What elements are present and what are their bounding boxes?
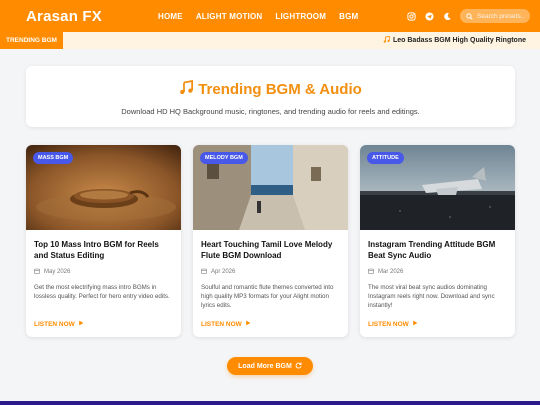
nav-actions [406, 9, 530, 23]
search-input[interactable] [477, 12, 525, 20]
card-description: Get the most electrifying mass intro BGM… [34, 284, 170, 300]
listen-now-label: LISTEN NOW [34, 320, 75, 328]
ticker-text: Leo Badass BGM High Quality Ringtone [392, 37, 526, 44]
bgm-card[interactable]: MELODY BGM Heart Touching Tamil Love Mel… [193, 145, 348, 337]
ticker-item[interactable]: Leo Badass BGM High Quality Ringtone [383, 35, 526, 45]
bgm-card[interactable]: ATTITUDE Instagram Trending Attitude BGM… [360, 145, 515, 337]
card-description: The most viral beat sync audios dominati… [368, 284, 495, 309]
card-thumbnail[interactable]: ATTITUDE [360, 145, 515, 230]
card-title[interactable]: Instagram Trending Attitude BGM Beat Syn… [368, 239, 507, 261]
refresh-icon [295, 362, 302, 371]
page-subtitle: Download HD HQ Background music, rington… [121, 107, 420, 116]
card-title[interactable]: Heart Touching Tamil Love Melody Flute B… [201, 239, 340, 261]
category-badge: ATTITUDE [367, 152, 404, 164]
trending-ticker: TRENDING BGM Leo Badass BGM High Quality… [0, 32, 540, 49]
play-icon [78, 320, 84, 328]
card-date-text: Apr 2026 [211, 269, 236, 275]
calendar-icon [34, 268, 40, 276]
bgm-card[interactable]: MASS BGM Top 10 Mass Intro BGM for Reels… [26, 145, 181, 337]
ticker-label: TRENDING BGM [0, 32, 63, 49]
nav-home[interactable]: HOME [158, 12, 183, 21]
instagram-icon[interactable] [406, 11, 416, 21]
footer-strip [0, 401, 540, 405]
calendar-icon [368, 268, 374, 276]
listen-now-link[interactable]: LISTEN NOW [368, 320, 418, 328]
nav-lightroom[interactable]: LIGHTROOM [275, 12, 326, 21]
brand-logo[interactable]: Arasan FX [26, 8, 102, 25]
category-badge: MELODY BGM [200, 152, 248, 164]
listen-now-label: LISTEN NOW [201, 320, 242, 328]
card-title[interactable]: Top 10 Mass Intro BGM for Reels and Stat… [34, 239, 173, 261]
load-more-button[interactable]: Load More BGM [227, 357, 313, 375]
top-navbar: Arasan FX HOME ALIGHT MOTION LIGHTROOM B… [0, 0, 540, 32]
search-box[interactable] [460, 9, 530, 23]
hero-panel: Trending BGM & Audio Download HD HQ Back… [26, 66, 515, 127]
nav-bgm[interactable]: BGM [339, 12, 358, 21]
card-thumbnail[interactable]: MELODY BGM [193, 145, 348, 230]
card-thumbnail[interactable]: MASS BGM [26, 145, 181, 230]
play-icon [412, 320, 418, 328]
play-icon [245, 320, 251, 328]
hero-heading: Trending BGM & Audio [26, 79, 515, 99]
main-nav: HOME ALIGHT MOTION LIGHTROOM BGM [158, 12, 358, 21]
listen-now-label: LISTEN NOW [368, 320, 409, 328]
dark-mode-moon-icon[interactable] [442, 11, 452, 21]
nav-alight-motion[interactable]: ALIGHT MOTION [196, 12, 263, 21]
music-note-icon [179, 79, 194, 99]
card-date-text: Mar 2026 [378, 269, 404, 275]
card-description: Soulful and romantic flute themes conver… [201, 284, 334, 309]
listen-now-link[interactable]: LISTEN NOW [34, 320, 84, 328]
search-icon [466, 11, 473, 21]
music-note-icon [383, 35, 390, 45]
card-date: May 2026 [34, 268, 173, 276]
card-date: Apr 2026 [201, 268, 340, 276]
page-title: Trending BGM & Audio [198, 81, 362, 98]
category-badge: MASS BGM [33, 152, 74, 164]
card-date: Mar 2026 [368, 268, 507, 276]
listen-now-link[interactable]: LISTEN NOW [201, 320, 251, 328]
card-date-text: May 2026 [44, 269, 71, 275]
calendar-icon [201, 268, 207, 276]
load-more-label: Load More BGM [238, 362, 292, 370]
telegram-icon[interactable] [424, 11, 434, 21]
